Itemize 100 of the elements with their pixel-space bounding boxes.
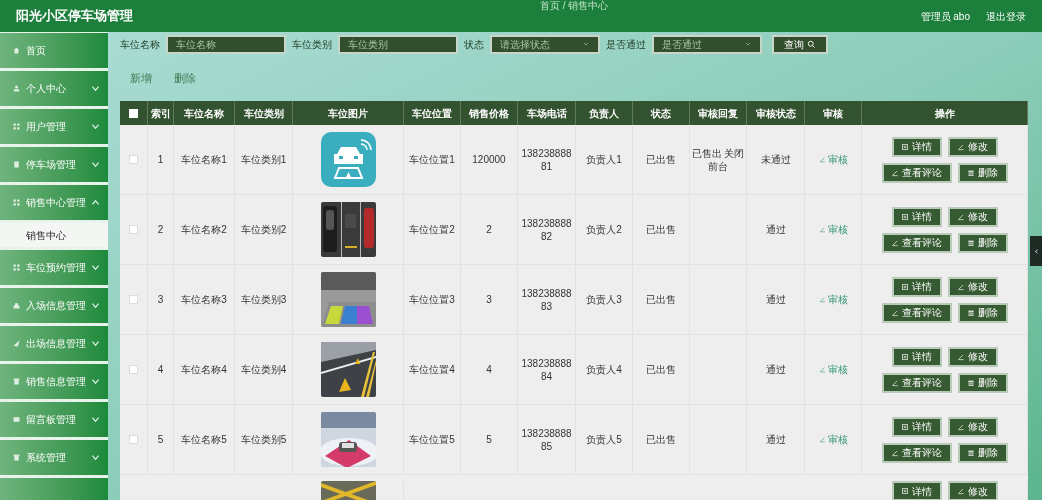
review-link[interactable]: 审核 [818,432,848,447]
view-comments-button[interactable]: 查看评论 [881,442,952,463]
message-icon [12,415,21,424]
pencil-icon [818,366,826,373]
trash-icon [967,308,975,317]
table-cell: 4 [157,363,164,376]
pencil-icon [818,296,826,303]
pencil-icon [891,448,899,457]
search-icon [807,39,816,49]
table-cell: 车位位置3 [409,293,455,306]
table-cell: 车位位置5 [409,433,455,446]
table-cell: 2 [486,223,492,236]
delete-button[interactable]: 删除 [957,372,1008,393]
pencil-icon [818,156,826,163]
review-link[interactable]: 审核 [818,292,848,307]
table-cell: 车位位置1 [409,153,455,166]
pencil-icon [957,142,965,151]
document-icon [901,212,909,221]
table-cell: 车位类别1 [240,153,287,166]
document-icon [901,422,909,431]
table-cell: 车位位置2 [409,223,455,236]
review-link[interactable]: 审核 [818,222,848,237]
trash-icon [12,453,21,462]
row-checkbox[interactable] [129,225,138,234]
table-cell: 已出售 [646,153,676,166]
review-link[interactable]: 审核 [818,152,848,167]
view-comments-button[interactable]: 查看评论 [881,162,952,183]
table-cell: 已出售 [646,223,676,236]
select-field[interactable]: 请选择状态 [490,34,600,54]
table-cell-text: 13823888883 [520,286,573,313]
input-field[interactable]: 车位名称 [166,34,286,54]
table-cell: 车位名称3 [181,293,227,306]
input-field[interactable]: 车位类别 [338,34,458,54]
table-cell: 1 [157,153,164,166]
row-checkbox[interactable] [129,295,138,304]
user-name: 管理员 abo [920,9,970,24]
logout-link[interactable]: 退出登录 [986,8,1026,24]
row-checkbox[interactable] [129,365,138,374]
grid-icon [12,198,21,207]
table-cell: 已出售 [646,293,676,306]
car-icon [320,132,376,187]
view-comments-button[interactable]: 查看评论 [881,232,952,253]
edit-button[interactable]: 修改 [947,206,998,227]
table-cell: 2 [157,223,164,236]
home-icon [12,46,21,55]
table-cell: 120000 [472,153,506,166]
table-cell: 车位名称4 [181,363,227,376]
document-icon [901,282,909,291]
details-button[interactable]: 详情 [891,136,942,157]
sidebar-subitem[interactable]: 销售中心 [0,223,108,247]
pencil-icon [891,378,899,387]
table-cell: 已出售 [646,433,676,446]
trash-icon [967,238,975,247]
details-button[interactable]: 详情 [891,481,942,500]
review-link[interactable]: 审核 [818,362,848,377]
edit-button[interactable]: 修改 [947,346,998,367]
details-button[interactable]: 详情 [891,206,942,227]
search-button[interactable]: 查询 [772,34,828,54]
table-cell: 通过 [765,223,786,236]
details-button[interactable]: 详情 [891,416,942,437]
collapse-tab[interactable] [1030,236,1042,266]
edit-button[interactable]: 修改 [947,481,998,500]
view-comments-button[interactable]: 查看评论 [881,372,952,393]
table-cell: 车位位置4 [409,363,455,376]
table-cell: 3 [157,293,164,306]
table-cell-text: 13823888884 [520,356,573,383]
chevron-icon [744,40,752,48]
list-icon [12,160,21,169]
table-cell: 通过 [765,363,786,376]
pencil-icon [957,487,965,495]
table-cell-text: 13823888881 [520,146,573,173]
delete-button[interactable]: 删除 [957,442,1008,463]
app-title: 阳光小区停车场管理 [16,7,133,26]
trash-icon [12,377,21,386]
details-button[interactable]: 详情 [891,346,942,367]
pencil-icon [957,282,965,291]
select-all-checkbox[interactable] [129,108,138,118]
user-icon [12,84,21,93]
edit-button[interactable]: 修改 [947,276,998,297]
table-cell: 通过 [765,293,786,306]
details-button[interactable]: 详情 [891,276,942,297]
view-comments-button[interactable]: 查看评论 [881,302,952,323]
grid-icon [12,122,21,131]
table-cell: 通过 [765,433,786,446]
pencil-icon [818,436,826,443]
edit-button[interactable]: 修改 [947,416,998,437]
delete-button[interactable]: 删除 [957,162,1008,183]
table-cell: 5 [157,433,164,446]
table-cell: 4 [486,363,492,376]
edit-button[interactable]: 修改 [947,136,998,157]
row-checkbox[interactable] [129,155,138,164]
delete-button[interactable]: 删除 [957,232,1008,253]
table-cell-text: 13823888885 [520,426,573,453]
breadcrumb: 首页 / 销售中心 [540,0,609,11]
table-cell: 车位类别3 [240,293,287,306]
row-checkbox[interactable] [129,435,138,444]
filter-label: 状态 [464,37,484,52]
table-cell: 车位类别4 [240,363,287,376]
select-field[interactable]: 是否通过 [652,34,762,54]
delete-button[interactable]: 删除 [957,302,1008,323]
